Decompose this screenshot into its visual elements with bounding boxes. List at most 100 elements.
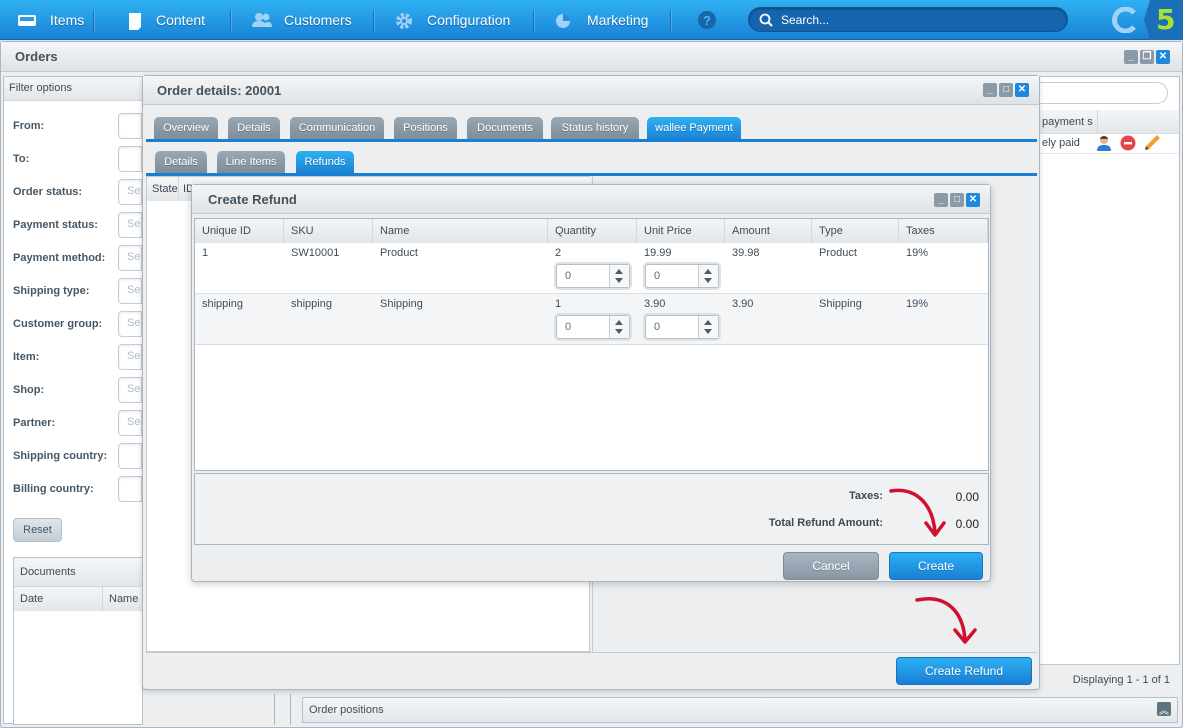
- column-header[interactable]: Amount: [725, 219, 812, 243]
- column-header[interactable]: Name: [373, 219, 548, 243]
- restore-icon[interactable]: ❐: [1140, 50, 1154, 64]
- filter-field[interactable]: Se: [118, 212, 142, 238]
- filter-field[interactable]: Se: [118, 179, 142, 205]
- filter-field[interactable]: Se: [118, 311, 142, 337]
- column-header[interactable]: Unique ID: [195, 219, 284, 243]
- line-items-grid-header: Unique ID SKU Name Quantity Unit Price Amount…: [195, 219, 988, 243]
- filter-field[interactable]: [118, 113, 142, 139]
- table-row[interactable]: 1 SW10001 Product 2 19.99 39.98 Product 19% 0 0: [195, 243, 988, 294]
- filter-label: Shipping country:: [13, 450, 108, 462]
- filter-field[interactable]: [118, 476, 142, 502]
- filter-field[interactable]: Se: [118, 245, 142, 271]
- cell-amount: 3.90: [732, 298, 754, 310]
- search-placeholder: Search...: [781, 13, 830, 27]
- stepper-arrows[interactable]: [698, 265, 718, 287]
- arrow-up-icon[interactable]: [615, 269, 623, 274]
- order-positions-panel[interactable]: Order positions ︽: [302, 697, 1178, 723]
- tab-details[interactable]: Details: [228, 117, 280, 139]
- help-icon[interactable]: ?: [698, 11, 716, 29]
- maximize-icon[interactable]: □: [999, 83, 1013, 97]
- line-items-grid: Unique ID SKU Name Quantity Unit Price Amount…: [194, 218, 989, 471]
- table-row[interactable]: shipping shipping Shipping 1 3.90 3.90 Shippin…: [195, 294, 988, 345]
- arrow-up-icon[interactable]: [615, 320, 623, 325]
- filter-field[interactable]: [118, 443, 142, 469]
- tab-status-history[interactable]: Status history: [551, 117, 639, 139]
- close-icon[interactable]: ✕: [1015, 83, 1029, 97]
- filter-field[interactable]: Se: [118, 377, 142, 403]
- nav-marketing[interactable]: Marketing: [555, 0, 648, 40]
- maximize-icon[interactable]: □: [950, 193, 964, 207]
- reset-button[interactable]: Reset: [13, 518, 62, 542]
- arrow-down-icon[interactable]: [615, 329, 623, 334]
- documents-panel: Documents Date Name: [13, 557, 144, 725]
- refund-unit-price-stepper[interactable]: 0: [645, 315, 719, 339]
- filter-field[interactable]: Se: [118, 410, 142, 436]
- nav-items[interactable]: Items: [18, 0, 84, 40]
- minimize-icon[interactable]: _: [1124, 50, 1138, 64]
- stepper-value[interactable]: 0: [565, 270, 571, 282]
- column-header[interactable]: Taxes: [899, 219, 988, 243]
- stepper-value[interactable]: 0: [565, 321, 571, 333]
- shopware-icon[interactable]: [1112, 7, 1138, 33]
- total-refund-label: Total Refund Amount:: [768, 517, 883, 529]
- subtab-refunds[interactable]: Refunds: [296, 151, 354, 173]
- nav-content[interactable]: Content: [128, 0, 205, 40]
- tab-documents[interactable]: Documents: [467, 117, 543, 139]
- stepper-value[interactable]: 0: [654, 270, 660, 282]
- filter-field[interactable]: Se: [118, 344, 142, 370]
- tab-positions[interactable]: Positions: [394, 117, 457, 139]
- edit-pencil-icon[interactable]: [1144, 134, 1160, 152]
- nav-configuration[interactable]: Configuration: [395, 0, 510, 40]
- filter-field[interactable]: Se: [118, 278, 142, 304]
- subtab-line-items[interactable]: Line Items: [217, 151, 285, 173]
- refund-unit-price-stepper[interactable]: 0: [645, 264, 719, 288]
- stepper-value[interactable]: 0: [654, 321, 660, 333]
- stepper-arrows[interactable]: [609, 316, 629, 338]
- stepper-arrows[interactable]: [609, 265, 629, 287]
- logo: 5: [1144, 0, 1183, 40]
- column-header[interactable]: Unit Price: [637, 219, 725, 243]
- column-header[interactable]: SKU: [284, 219, 373, 243]
- cell-unique-id: shipping: [202, 298, 243, 310]
- cancel-button[interactable]: Cancel: [783, 552, 879, 580]
- column-header[interactable]: Type: [812, 219, 899, 243]
- minimize-icon[interactable]: _: [983, 83, 997, 97]
- subtab-details[interactable]: Details: [155, 151, 207, 173]
- tab-wallee-payment[interactable]: wallee Payment: [647, 117, 741, 139]
- tab-overview[interactable]: Overview: [154, 117, 218, 139]
- customer-icon[interactable]: [1096, 135, 1112, 151]
- orders-list-search[interactable]: [1030, 82, 1168, 104]
- tab-communication[interactable]: Communication: [290, 117, 384, 139]
- nav-customers[interactable]: Customers: [252, 0, 352, 40]
- delete-icon[interactable]: [1120, 135, 1136, 151]
- refunds-col-state[interactable]: State: [152, 183, 178, 195]
- order-details-header: Order details: 20001: [143, 76, 1039, 105]
- refund-quantity-stepper[interactable]: 0: [556, 264, 630, 288]
- search-input[interactable]: Search...: [748, 7, 1068, 32]
- close-icon[interactable]: ✕: [966, 193, 980, 207]
- documents-col-name[interactable]: Name: [109, 593, 138, 605]
- cell-type: Shipping: [819, 298, 862, 310]
- cell-amount: 39.98: [732, 247, 760, 259]
- column-header[interactable]: Quantity: [548, 219, 637, 243]
- close-icon[interactable]: ✕: [1156, 50, 1170, 64]
- create-refund-button[interactable]: Create Refund: [896, 657, 1032, 685]
- arrow-down-icon[interactable]: [704, 278, 712, 283]
- expand-icon[interactable]: ︽: [1157, 702, 1171, 717]
- documents-col-date[interactable]: Date: [20, 593, 43, 605]
- annotation-arrow-icon: [915, 597, 977, 644]
- minimize-icon[interactable]: _: [934, 193, 948, 207]
- top-navigation-bar: Items Content Customers Configuration Ma…: [0, 0, 1183, 40]
- orders-col-payment-status[interactable]: payment s: [1042, 116, 1093, 128]
- arrow-down-icon[interactable]: [704, 329, 712, 334]
- arrow-up-icon[interactable]: [704, 320, 712, 325]
- create-button[interactable]: Create: [889, 552, 983, 580]
- orders-list-row[interactable]: ely paid: [1040, 134, 1179, 154]
- filter-field[interactable]: [118, 146, 142, 172]
- arrow-up-icon[interactable]: [704, 269, 712, 274]
- orders-window-header: Orders: [1, 42, 1182, 72]
- order-positions-title: Order positions: [309, 704, 384, 716]
- refund-quantity-stepper[interactable]: 0: [556, 315, 630, 339]
- stepper-arrows[interactable]: [698, 316, 718, 338]
- arrow-down-icon[interactable]: [615, 278, 623, 283]
